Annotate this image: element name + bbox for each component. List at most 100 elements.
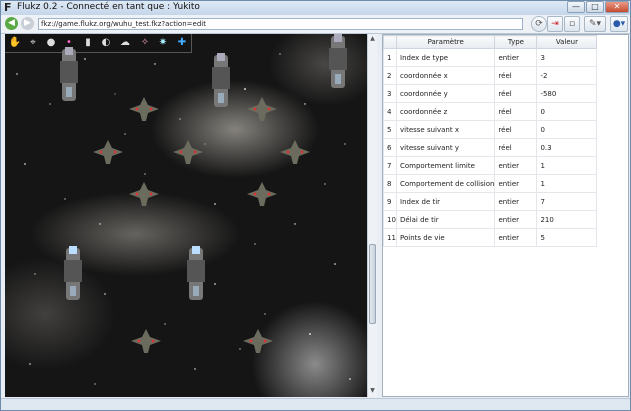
- parameter-cell: Comportement limite: [395, 156, 496, 175]
- value-cell[interactable]: 1: [536, 174, 598, 193]
- app-logo-icon: F: [4, 1, 12, 14]
- parameter-cell: Index de tir: [395, 192, 496, 211]
- hand-icon[interactable]: ✋: [8, 36, 22, 50]
- row-index: 7: [383, 156, 397, 175]
- value-cell[interactable]: 1: [536, 156, 598, 175]
- save-icon: ▫: [568, 19, 576, 29]
- table-row[interactable]: 7 Comportement limite entier 1: [383, 156, 598, 175]
- enemy-fighter[interactable]: [173, 140, 203, 164]
- type-cell: entier: [494, 156, 538, 175]
- column-header-parameter[interactable]: Paramètre: [395, 35, 496, 49]
- user-icon: ●▾: [612, 19, 626, 29]
- row-index: 9: [383, 192, 397, 211]
- table-row[interactable]: 4 coordonnée z réel 0: [383, 102, 598, 121]
- exit-button[interactable]: ⇥: [547, 16, 563, 32]
- scroll-up-icon[interactable]: ▲: [369, 35, 376, 43]
- parameter-cell: coordonnée y: [395, 84, 496, 103]
- move-icon[interactable]: ✚: [175, 36, 189, 50]
- type-cell: entier: [494, 192, 538, 211]
- enemy-frigate[interactable]: [62, 246, 84, 302]
- star-icon[interactable]: ✷: [156, 36, 170, 50]
- table-row[interactable]: 6 vitesse suivant y réel 0.3: [383, 138, 598, 157]
- planet-icon[interactable]: ●: [44, 36, 58, 50]
- type-cell: entier: [494, 228, 538, 247]
- value-cell[interactable]: 0: [536, 102, 598, 121]
- parameter-cell: coordonnée x: [395, 66, 496, 85]
- parameter-cell: coordonnée z: [395, 102, 496, 121]
- enemy-frigate[interactable]: [58, 47, 80, 103]
- cloud-icon[interactable]: ☁: [118, 36, 132, 50]
- table-row[interactable]: 5 vitesse suivant x réel 0: [383, 120, 598, 139]
- navigation-bar: ◀ ▶ fkz://game.flukz.org/wuhu_test.fkz?a…: [1, 15, 630, 34]
- enemy-fighter[interactable]: [129, 97, 159, 121]
- value-cell[interactable]: 7: [536, 192, 598, 211]
- row-index: 1: [383, 48, 397, 67]
- close-button[interactable]: ✕: [605, 1, 629, 13]
- parameter-cell: Comportement de collision: [395, 174, 496, 193]
- user-button[interactable]: ●▾: [610, 16, 628, 32]
- table-row[interactable]: 9 Index de tir entier 7: [383, 192, 598, 211]
- table-row[interactable]: 10 Délai de tir entier 210: [383, 210, 598, 229]
- value-cell[interactable]: 3: [536, 48, 598, 67]
- table-row[interactable]: 3 coordonnée y réel -580: [383, 84, 598, 103]
- maximize-button[interactable]: □: [586, 1, 604, 13]
- value-cell[interactable]: 0: [536, 120, 598, 139]
- scrollbar-thumb[interactable]: [369, 244, 376, 324]
- enemy-frigate[interactable]: [210, 53, 232, 109]
- save-button[interactable]: ▫: [564, 16, 580, 32]
- refresh-button[interactable]: ⟳: [531, 16, 547, 32]
- rock-icon[interactable]: ◐: [99, 36, 113, 50]
- enemy-fighter[interactable]: [247, 97, 277, 121]
- canvas-scrollbar[interactable]: ▲ ▼: [367, 34, 377, 397]
- enemy-fighter[interactable]: [129, 182, 159, 206]
- tools-button[interactable]: ✎▾: [584, 16, 606, 32]
- tools-icon: ✎▾: [588, 19, 602, 29]
- value-cell[interactable]: 5: [536, 228, 598, 247]
- parameter-cell: Délai de tir: [395, 210, 496, 229]
- status-bar: [1, 398, 630, 410]
- row-index: 2: [383, 66, 397, 85]
- address-field[interactable]: fkz://game.flukz.org/wuhu_test.fkz?actio…: [38, 18, 523, 30]
- table-row[interactable]: 11 Points de vie entier 5: [383, 228, 598, 247]
- forward-button[interactable]: ▶: [21, 17, 34, 30]
- parameter-cell: vitesse suivant x: [395, 120, 496, 139]
- title-bar: F Flukz 0.2 - Connecté en tant que : Yuk…: [1, 1, 630, 15]
- object-palette: ✋ ⌖ ● • ▮ ◐ ☁ ✧ ✷ ✚: [5, 34, 192, 53]
- ship-icon[interactable]: ⌖: [26, 36, 40, 50]
- minimize-button[interactable]: —: [567, 1, 585, 13]
- enemy-frigate[interactable]: [327, 34, 349, 90]
- value-cell[interactable]: 0.3: [536, 138, 598, 157]
- parameter-cell: vitesse suivant y: [395, 138, 496, 157]
- type-cell: réel: [494, 102, 538, 121]
- enemy-fighter[interactable]: [93, 140, 123, 164]
- type-cell: entier: [494, 210, 538, 229]
- column-header-value[interactable]: Valeur: [536, 35, 598, 49]
- value-cell[interactable]: -580: [536, 84, 598, 103]
- parameter-cell: Points de vie: [395, 228, 496, 247]
- value-cell[interactable]: -2: [536, 66, 598, 85]
- scroll-down-icon[interactable]: ▼: [369, 387, 376, 395]
- row-index: 6: [383, 138, 397, 157]
- enemy-fighter[interactable]: [280, 140, 310, 164]
- enemy-fighter[interactable]: [131, 329, 161, 353]
- table-row[interactable]: 2 coordonnée x réel -2: [383, 66, 598, 85]
- row-index: 3: [383, 84, 397, 103]
- type-cell: entier: [494, 174, 538, 193]
- star-ship-icon[interactable]: ✧: [138, 36, 152, 50]
- enemy-fighter[interactable]: [247, 182, 277, 206]
- enemy-fighter[interactable]: [243, 329, 273, 353]
- table-row[interactable]: 8 Comportement de collision entier 1: [383, 174, 598, 193]
- app-window: F Flukz 0.2 - Connecté en tant que : Yuk…: [0, 0, 631, 411]
- pillar-icon[interactable]: ▮: [81, 36, 95, 50]
- enemy-frigate[interactable]: [185, 246, 207, 302]
- row-index: 11: [383, 228, 397, 247]
- level-editor-canvas[interactable]: ✋ ⌖ ● • ▮ ◐ ☁ ✧ ✷ ✚: [5, 34, 367, 397]
- arrow-right-icon: ▶: [24, 18, 31, 28]
- table-row[interactable]: 1 Index de type entier 3: [383, 48, 598, 67]
- back-button[interactable]: ◀: [5, 17, 18, 30]
- row-index: 10: [383, 210, 397, 229]
- column-header-type[interactable]: Type: [494, 35, 538, 49]
- value-cell[interactable]: 210: [536, 210, 598, 229]
- type-cell: réel: [494, 138, 538, 157]
- row-index: 8: [383, 174, 397, 193]
